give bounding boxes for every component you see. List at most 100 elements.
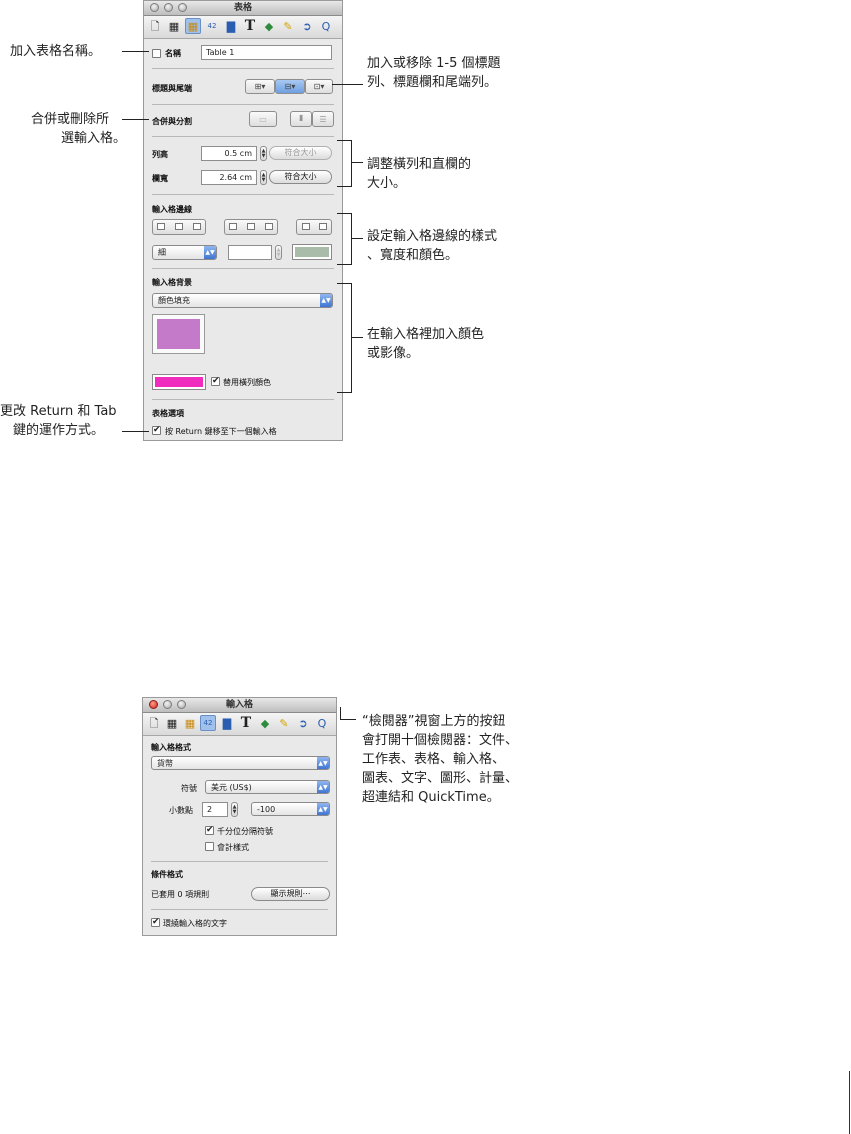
chart-inspector-icon[interactable]: ▇ xyxy=(219,715,235,731)
column-width-field[interactable]: 2.64 cm xyxy=(201,170,257,185)
border-outer-buttons[interactable] xyxy=(152,219,206,235)
table-name-field[interactable]: Table 1 xyxy=(201,45,332,60)
wrap-text-label: 環繞輸入格的文字 xyxy=(163,919,227,928)
callout-borders-1: 設定輸入格邊線的樣式 xyxy=(367,229,498,244)
callout-merge-2: 選輸入格。 xyxy=(61,131,127,146)
thousands-checkbox[interactable]: ✔ xyxy=(205,826,214,835)
cell-format-label: 輸入格格式 xyxy=(151,743,191,752)
show-rules-button[interactable]: 顯示規則⋯ xyxy=(251,887,330,901)
split-columns-button[interactable]: ☰ xyxy=(312,111,334,127)
inspector-toolbar: 🗋 ▦ ▦ 42 ▇ T ◆ ✎ ➲ Q xyxy=(143,713,336,736)
border-width-stepper[interactable]: ▲ ▼ xyxy=(275,245,282,260)
return-key-label: 按 Return 鍵移至下一個輸入格 xyxy=(165,427,277,436)
headers-footers-label: 標題與尾端 xyxy=(152,84,192,93)
row-height-stepper[interactable]: ▲ ▼ xyxy=(260,146,267,161)
popup-arrow-icon: ▲▼ xyxy=(317,757,329,769)
bracket xyxy=(337,283,352,393)
leader-line xyxy=(352,162,363,163)
text-inspector-icon[interactable]: T xyxy=(238,715,254,731)
alternate-color-well[interactable] xyxy=(152,374,206,390)
callout-merge-1: 合併或刪除所 xyxy=(31,112,110,127)
accounting-checkbox[interactable] xyxy=(205,842,214,851)
chart-inspector-icon[interactable]: ▇ xyxy=(223,18,239,34)
popup-arrow-icon: ▲▼ xyxy=(204,246,216,259)
alternate-rows-label: 替用橫列顏色 xyxy=(223,378,271,387)
hyperlink-inspector-icon[interactable]: ➲ xyxy=(299,18,315,34)
title-bar[interactable]: 輸入格 xyxy=(143,698,336,713)
callout-headers-1: 加入或移除 1-5 個標題 xyxy=(367,56,501,71)
return-key-checkbox[interactable]: ✔ xyxy=(152,426,161,435)
thousands-label: 千分位分隔符號 xyxy=(217,827,273,836)
cell-inspector-window: 輸入格 🗋 ▦ ▦ 42 ▇ T ◆ ✎ ➲ Q 輸入格格式 貨幣 ▲▼ 符號 … xyxy=(142,697,337,936)
header-columns-button[interactable]: ⊟▾ xyxy=(275,79,305,94)
border-all-buttons[interactable] xyxy=(296,219,332,235)
split-rows-button[interactable]: ⫴ xyxy=(290,111,312,127)
title-bar[interactable]: 表格 xyxy=(144,1,342,16)
callout-size-2: 大小。 xyxy=(367,176,407,191)
merge-cells-button[interactable]: ▭ xyxy=(249,111,277,127)
border-style-value: 細 xyxy=(158,248,166,257)
graphic-inspector-icon[interactable]: ◆ xyxy=(257,715,273,731)
table-inspector-icon[interactable]: ▦ xyxy=(185,18,201,34)
inspector-toolbar: 🗋 ▦ ▦ 42 ▇ T ◆ ✎ ➲ Q xyxy=(144,16,342,39)
leader-line xyxy=(352,337,363,338)
alternate-rows-checkbox[interactable]: ✔ xyxy=(211,377,220,386)
window-title: 輸入格 xyxy=(225,700,253,710)
fill-color-well[interactable] xyxy=(152,314,205,354)
symbol-label: 符號 xyxy=(181,784,197,793)
accounting-label: 會計樣式 xyxy=(217,843,249,852)
quicktime-inspector-icon[interactable]: Q xyxy=(318,18,334,34)
leader-line xyxy=(352,238,363,239)
popup-arrow-icon: ▲▼ xyxy=(317,781,329,793)
wrap-text-checkbox[interactable]: ✔ xyxy=(151,918,160,927)
divider xyxy=(152,268,334,269)
divider xyxy=(152,104,334,105)
document-inspector-icon[interactable]: 🗋 xyxy=(147,18,163,34)
cell-inspector-icon[interactable]: 42 xyxy=(204,18,220,34)
fit-column-button[interactable]: 符合大小 xyxy=(269,170,332,184)
quicktime-inspector-icon[interactable]: Q xyxy=(314,715,330,731)
column-width-stepper[interactable]: ▲ ▼ xyxy=(260,170,267,185)
symbol-popup[interactable]: 美元 (US$) ▲▼ xyxy=(205,780,330,794)
background-fill-popup[interactable]: 顏色填充 ▲▼ xyxy=(152,293,333,308)
bracket xyxy=(337,140,352,187)
border-inner-buttons[interactable] xyxy=(224,219,278,235)
footer-rows-button[interactable]: ⊡▾ xyxy=(305,79,333,94)
leader-line xyxy=(122,119,149,120)
metrics-inspector-icon[interactable]: ✎ xyxy=(280,18,296,34)
format-popup[interactable]: 貨幣 ▲▼ xyxy=(151,756,330,770)
graphic-inspector-icon[interactable]: ◆ xyxy=(261,18,277,34)
callout-return-2: 鍵的運作方式。 xyxy=(13,423,105,438)
name-checkbox[interactable] xyxy=(152,49,161,58)
decimals-field[interactable]: 2 xyxy=(202,802,228,817)
fit-row-button[interactable]: 符合大小 xyxy=(269,146,332,160)
callout-return-1: 更改 Return 和 Tab xyxy=(0,404,117,419)
window-title: 表格 xyxy=(233,3,252,13)
decimals-stepper[interactable]: ▲ ▼ xyxy=(231,802,238,817)
callout-borders-2: 、寬度和顏色。 xyxy=(367,248,459,263)
conditional-format-label: 條件格式 xyxy=(151,870,183,879)
cell-inspector-icon[interactable]: 42 xyxy=(200,715,216,731)
table-inspector-window: 表格 🗋 ▦ ▦ 42 ▇ T ◆ ✎ ➲ Q 名稱 Table 1 標題與尾端… xyxy=(143,0,343,441)
column-width-label: 欄寬 xyxy=(152,174,168,183)
hyperlink-inspector-icon[interactable]: ➲ xyxy=(295,715,311,731)
callout-add-name: 加入表格名稱。 xyxy=(10,44,102,59)
callout-size-1: 調整橫列和直欄的 xyxy=(367,157,472,172)
header-rows-button[interactable]: ⊞▾ xyxy=(245,79,275,94)
border-color-well[interactable] xyxy=(292,244,332,260)
divider xyxy=(152,136,334,137)
row-height-field[interactable]: 0.5 cm xyxy=(201,146,257,161)
negative-format-popup[interactable]: -100 ▲▼ xyxy=(251,802,330,816)
leader-line xyxy=(332,84,363,85)
border-style-popup[interactable]: 細 ▲▼ xyxy=(152,245,217,260)
sheet-inspector-icon[interactable]: ▦ xyxy=(166,18,182,34)
cell-background-label: 輸入格背景 xyxy=(152,278,192,287)
metrics-inspector-icon[interactable]: ✎ xyxy=(276,715,292,731)
table-inspector-icon[interactable]: ▦ xyxy=(182,715,198,731)
document-inspector-icon[interactable]: 🗋 xyxy=(146,715,162,731)
leader-line xyxy=(340,707,341,719)
border-width-field[interactable] xyxy=(228,245,272,260)
text-inspector-icon[interactable]: T xyxy=(242,18,258,34)
callout-background-1: 在輸入格裡加入顏色 xyxy=(367,327,485,342)
sheet-inspector-icon[interactable]: ▦ xyxy=(164,715,180,731)
